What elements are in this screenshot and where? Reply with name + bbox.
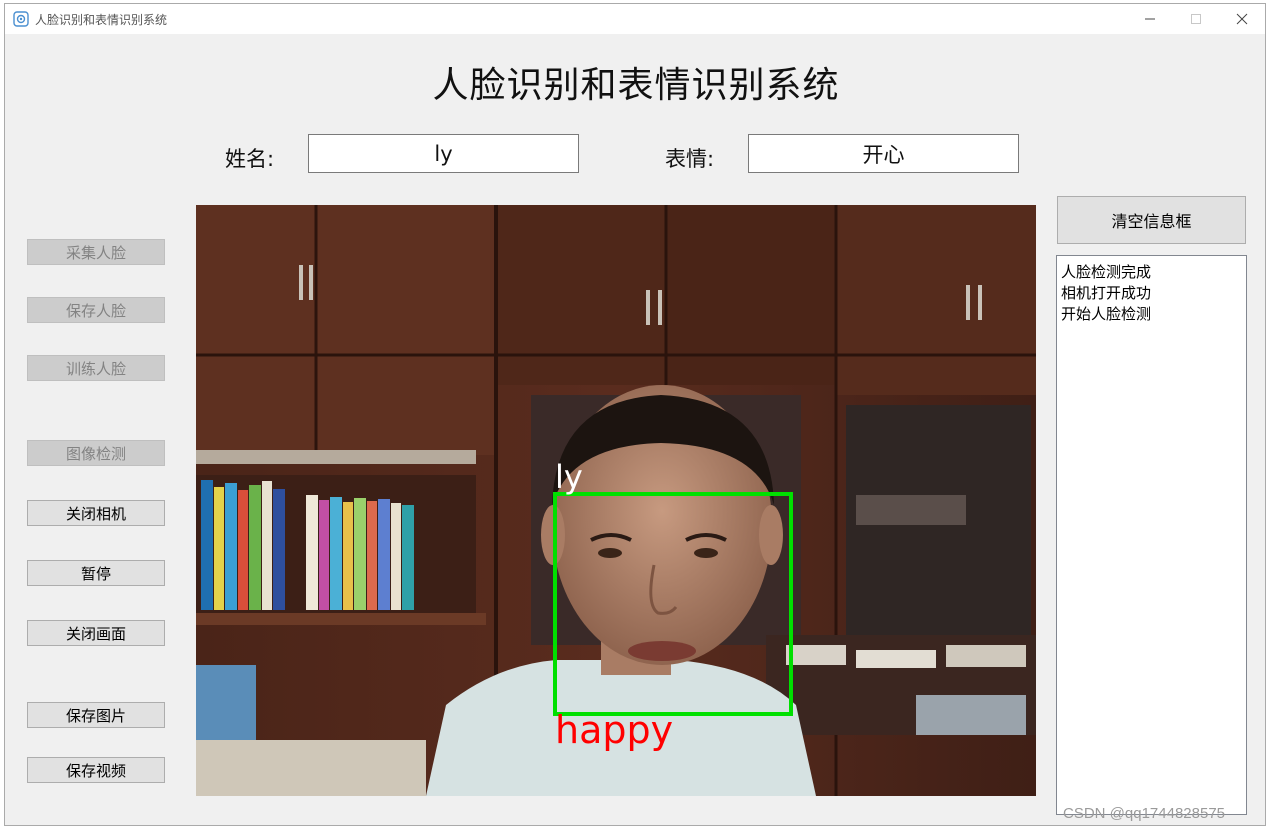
expression-field[interactable]: 开心 [748, 134, 1019, 173]
capture-face-button[interactable]: 采集人脸 [27, 239, 165, 265]
clear-log-button[interactable]: 清空信息框 [1057, 196, 1246, 244]
log-line: 开始人脸检测 [1061, 305, 1152, 323]
camera-frame: ly happy [196, 205, 1036, 796]
log-box[interactable]: 人脸检测完成 相机打开成功 开始人脸检测 [1056, 255, 1247, 815]
save-video-button[interactable]: 保存视频 [27, 757, 165, 783]
minimize-icon [1144, 18, 1155, 20]
face-name-label: ly [555, 458, 583, 496]
pause-button[interactable]: 暂停 [27, 560, 165, 586]
maximize-icon [1190, 14, 1201, 24]
name-field[interactable]: ly [308, 134, 579, 173]
app-icon [13, 11, 29, 27]
train-face-button[interactable]: 训练人脸 [27, 355, 165, 381]
app-window: 人脸识别和表情识别系统 人脸识别和表情识别系统 姓名: ly 表情: 开心 采集… [4, 3, 1266, 826]
window-title: 人脸识别和表情识别系统 [35, 13, 168, 27]
close-button[interactable] [1219, 4, 1264, 34]
expression-label-overlay: happy [555, 708, 673, 752]
close-view-button[interactable]: 关闭画面 [27, 620, 165, 646]
save-face-button[interactable]: 保存人脸 [27, 297, 165, 323]
log-line: 相机打开成功 [1061, 284, 1152, 302]
watermark: CSDN @qq1744828575 [1063, 805, 1226, 822]
expression-label: 表情: [665, 147, 715, 171]
maximize-button[interactable] [1173, 4, 1218, 34]
name-label: 姓名: [225, 147, 275, 171]
close-icon [1236, 13, 1247, 25]
image-detect-button[interactable]: 图像检测 [27, 440, 165, 466]
title-bar: 人脸识别和表情识别系统 [5, 4, 1265, 34]
log-line: 人脸检测完成 [1061, 263, 1152, 281]
close-camera-button[interactable]: 关闭相机 [27, 500, 165, 526]
minimize-button[interactable] [1127, 4, 1172, 34]
save-image-button[interactable]: 保存图片 [27, 702, 165, 728]
page-title: 人脸识别和表情识别系统 [432, 65, 840, 106]
camera-view: ly happy [196, 205, 1036, 796]
